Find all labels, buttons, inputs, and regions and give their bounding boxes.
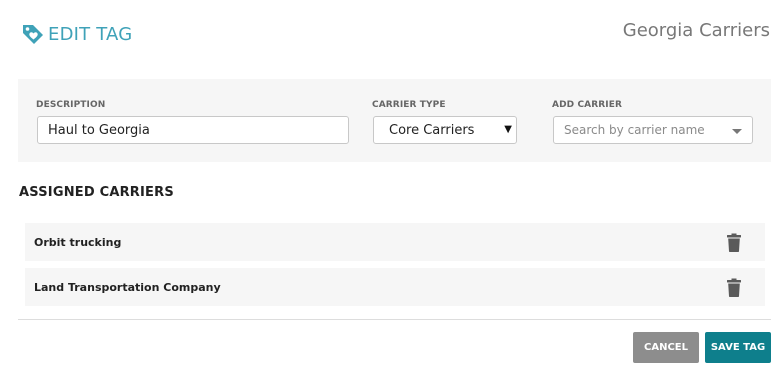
divider bbox=[18, 319, 771, 320]
carrier-name: Orbit trucking bbox=[34, 236, 122, 249]
page-title: EDIT TAG bbox=[48, 23, 133, 45]
carrier-row: Orbit trucking bbox=[25, 223, 765, 261]
add-carrier-placeholder: Search by carrier name bbox=[564, 123, 705, 137]
tag-heart-icon bbox=[20, 21, 46, 47]
tag-name-heading: Georgia Carriers bbox=[622, 20, 770, 41]
add-carrier-label: ADD CARRIER bbox=[552, 100, 622, 110]
description-label: DESCRIPTION bbox=[36, 100, 106, 110]
trash-icon[interactable] bbox=[727, 233, 741, 252]
save-tag-button[interactable]: SAVE TAG bbox=[705, 332, 771, 363]
assigned-carriers-heading: ASSIGNED CARRIERS bbox=[19, 185, 174, 200]
carrier-row: Land Transportation Company bbox=[25, 268, 765, 306]
carrier-name: Land Transportation Company bbox=[34, 281, 221, 294]
header: EDIT TAG Georgia Carriers bbox=[0, 0, 783, 70]
carrier-type-select[interactable]: Core Carriers ▼ bbox=[373, 116, 517, 144]
cancel-button[interactable]: CANCEL bbox=[633, 332, 699, 363]
tag-form-panel: DESCRIPTION CARRIER TYPE Core Carriers ▼… bbox=[18, 79, 771, 162]
carrier-type-label: CARRIER TYPE bbox=[372, 100, 446, 110]
add-carrier-search[interactable]: Search by carrier name bbox=[553, 116, 753, 144]
chevron-down-icon bbox=[732, 129, 742, 134]
carrier-type-value: Core Carriers bbox=[389, 122, 475, 138]
description-input[interactable] bbox=[37, 116, 349, 144]
trash-icon[interactable] bbox=[727, 278, 741, 297]
dropdown-arrow-icon: ▼ bbox=[504, 124, 512, 135]
brand: EDIT TAG bbox=[20, 21, 132, 47]
